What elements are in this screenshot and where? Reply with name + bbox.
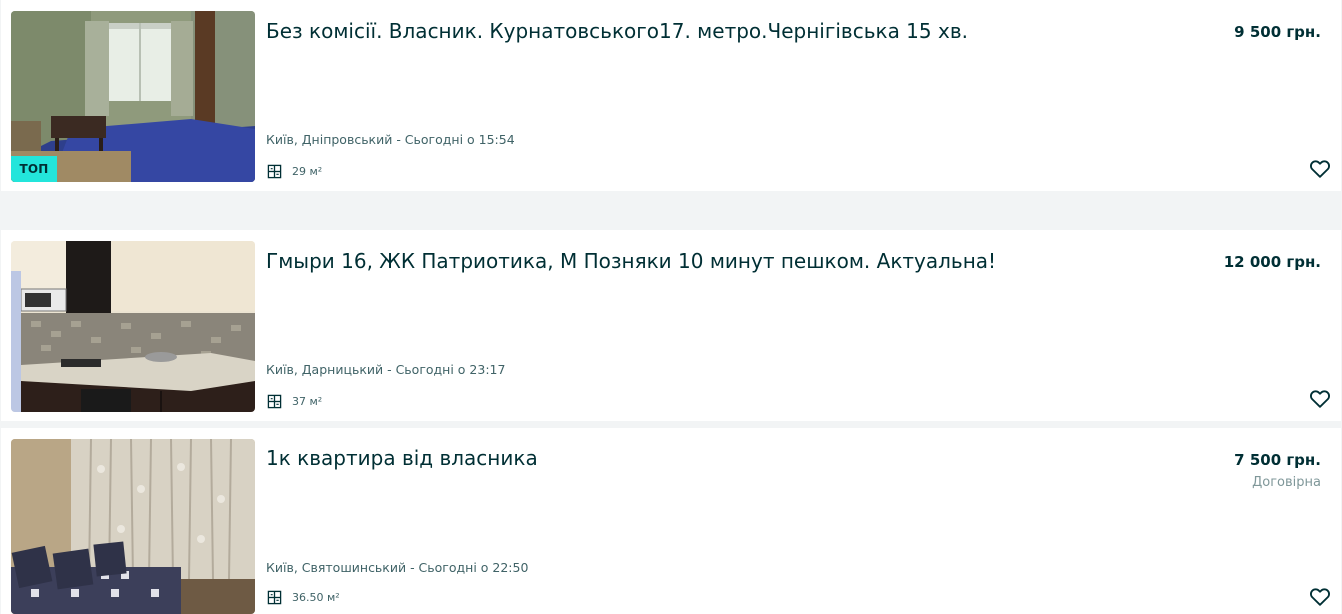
- listing-location-date: Київ, Дарницький - Сьогодні о 23:17: [266, 362, 506, 377]
- listing-price: 7 500 грн.: [1234, 451, 1321, 469]
- top-badge: ТОП: [11, 156, 57, 182]
- favorite-button[interactable]: [1309, 388, 1331, 410]
- listing-price: 12 000 грн.: [1223, 253, 1321, 271]
- heart-outline-icon: [1310, 588, 1330, 606]
- listing-photo[interactable]: [11, 241, 255, 412]
- area-value: 29 м²: [292, 165, 323, 178]
- floor-plan-icon: [267, 394, 282, 409]
- kitchen-photo-image: [11, 241, 255, 412]
- area-value: 36.50 м²: [292, 591, 340, 604]
- listing-title[interactable]: Без комісії. Власник. Курнатовського17. …: [266, 18, 968, 44]
- listing-card[interactable]: ТОП Без комісії. Власник. Курнатовського…: [1, 0, 1341, 191]
- listing-location-date: Київ, Дніпровський - Сьогодні о 15:54: [266, 132, 515, 147]
- room-photo-image: [11, 439, 255, 614]
- listing-location-date: Київ, Святошинський - Сьогодні о 22:50: [266, 560, 529, 575]
- heart-outline-icon: [1310, 160, 1330, 178]
- area-value: 37 м²: [292, 395, 323, 408]
- listing-title[interactable]: Гмыри 16, ЖК Патриотика, М Позняки 10 ми…: [266, 248, 996, 274]
- listing-title[interactable]: 1к квартира від власника: [266, 445, 538, 471]
- floor-plan-icon: [267, 164, 282, 179]
- listing-photo[interactable]: [11, 439, 255, 614]
- listing-area: 29 м²: [267, 164, 322, 179]
- negotiable-label: Договірна: [1252, 475, 1321, 490]
- listing-card[interactable]: 1к квартира від власника 7 500 грн. Дого…: [1, 428, 1341, 614]
- favorite-button[interactable]: [1309, 586, 1331, 608]
- listing-area: 36.50 м²: [267, 590, 340, 605]
- listing-photo[interactable]: ТОП: [11, 11, 255, 182]
- listing-card[interactable]: Гмыри 16, ЖК Патриотика, М Позняки 10 ми…: [1, 230, 1341, 421]
- listing-area: 37 м²: [267, 394, 322, 409]
- listing-price: 9 500 грн.: [1234, 23, 1321, 41]
- favorite-button[interactable]: [1309, 158, 1331, 180]
- floor-plan-icon: [267, 590, 282, 605]
- heart-outline-icon: [1310, 390, 1330, 408]
